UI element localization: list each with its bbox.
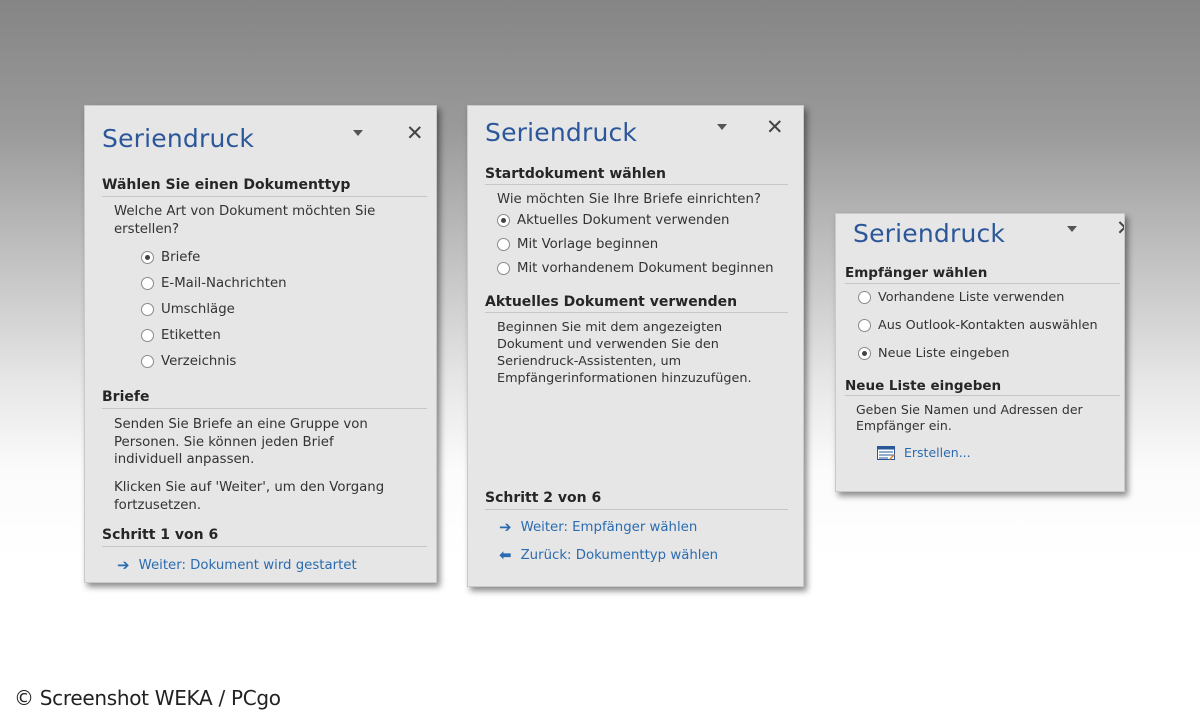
- new-list-icon: [877, 445, 895, 460]
- pane-options-dropdown-icon[interactable]: [717, 124, 727, 130]
- radio-selected-icon: [141, 251, 154, 264]
- radio-empty-icon: [858, 319, 871, 332]
- radio-option-template[interactable]: Mit Vorlage beginnen: [497, 237, 658, 252]
- divider: [845, 395, 1120, 396]
- arrow-right-icon: ➔: [499, 518, 512, 536]
- create-list-link[interactable]: Erstellen...: [877, 445, 971, 460]
- close-icon[interactable]: ✕: [1116, 218, 1124, 239]
- divider: [102, 408, 427, 409]
- radio-option-outlook-contacts[interactable]: Aus Outlook-Kontakten auswählen: [858, 318, 1098, 333]
- mail-merge-pane-step2: Seriendruck ✕ Startdokument wählen Wie m…: [467, 105, 804, 587]
- section-heading-new-list: Neue Liste eingeben: [845, 378, 1002, 394]
- divider: [102, 546, 427, 547]
- radio-empty-icon: [858, 291, 871, 304]
- pane-options-dropdown-icon[interactable]: [1067, 226, 1077, 232]
- radio-option-current-document[interactable]: Aktuelles Dokument verwenden: [497, 213, 729, 228]
- radio-option-etiketten[interactable]: Etiketten: [141, 328, 221, 343]
- radio-empty-icon: [141, 303, 154, 316]
- description-text: Senden Sie Briefe an eine Gruppe von Per…: [114, 417, 368, 467]
- radio-empty-icon: [497, 262, 510, 275]
- pane-options-dropdown-icon[interactable]: [353, 130, 363, 136]
- divider: [485, 509, 788, 510]
- close-icon[interactable]: ✕: [406, 123, 424, 144]
- radio-option-umschlaege[interactable]: Umschläge: [141, 302, 235, 317]
- radio-selected-icon: [858, 347, 871, 360]
- section-heading-current-document: Aktuelles Dokument verwenden: [485, 294, 738, 310]
- section-heading-recipients: Empfänger wählen: [845, 265, 988, 281]
- radio-option-existing-document[interactable]: Mit vorhandenem Dokument beginnen: [497, 261, 774, 276]
- instruction-text: Klicken Sie auf 'Weiter', um den Vorgang…: [114, 480, 385, 513]
- arrow-left-icon: ⬅: [499, 546, 512, 564]
- radio-empty-icon: [141, 355, 154, 368]
- divider: [845, 283, 1120, 284]
- radio-empty-icon: [141, 329, 154, 342]
- next-step-link[interactable]: ➔ Weiter: Dokument wird gestartet: [117, 556, 357, 574]
- radio-selected-icon: [497, 214, 510, 227]
- section-heading-document-type: Wählen Sie einen Dokumenttyp: [102, 177, 351, 193]
- step-indicator: Schritt 1 von 6: [102, 527, 219, 543]
- mail-merge-pane-step1: Seriendruck ✕ Wählen Sie einen Dokumentt…: [84, 105, 437, 583]
- pane-title: Seriendruck: [853, 219, 1006, 248]
- question-text: Wie möchten Sie Ihre Briefe einrichten?: [497, 192, 761, 207]
- radio-empty-icon: [141, 277, 154, 290]
- radio-empty-icon: [497, 238, 510, 251]
- radio-option-briefe[interactable]: Briefe: [141, 250, 200, 265]
- radio-option-email[interactable]: E-Mail-Nachrichten: [141, 276, 287, 291]
- next-step-link[interactable]: ➔ Weiter: Empfänger wählen: [499, 518, 697, 536]
- description-text: Geben Sie Namen und Adressen der Empfäng…: [856, 402, 1083, 433]
- close-icon[interactable]: ✕: [766, 117, 784, 138]
- question-text: Welche Art von Dokument möchten Sie erst…: [114, 204, 376, 237]
- description-text: Beginnen Sie mit dem angezeigten Dokumen…: [497, 320, 752, 386]
- section-heading-start-document: Startdokument wählen: [485, 166, 666, 182]
- step-indicator: Schritt 2 von 6: [485, 490, 602, 506]
- previous-step-link[interactable]: ⬅ Zurück: Dokumenttyp wählen: [499, 546, 718, 564]
- section-heading-briefe: Briefe: [102, 389, 150, 405]
- arrow-right-icon: ➔: [117, 556, 130, 574]
- radio-option-existing-list[interactable]: Vorhandene Liste verwenden: [858, 290, 1064, 305]
- divider: [485, 312, 788, 313]
- pane-title: Seriendruck: [102, 124, 255, 153]
- mail-merge-pane-step3: Seriendruck ✕ Empfänger wählen Vorhanden…: [835, 213, 1125, 492]
- divider: [102, 196, 427, 197]
- watermark-credit: © Screenshot WEKA / PCgo: [14, 686, 281, 710]
- pane-title: Seriendruck: [485, 118, 638, 147]
- radio-option-new-list[interactable]: Neue Liste eingeben: [858, 346, 1009, 361]
- radio-option-verzeichnis[interactable]: Verzeichnis: [141, 354, 236, 369]
- divider: [485, 184, 788, 185]
